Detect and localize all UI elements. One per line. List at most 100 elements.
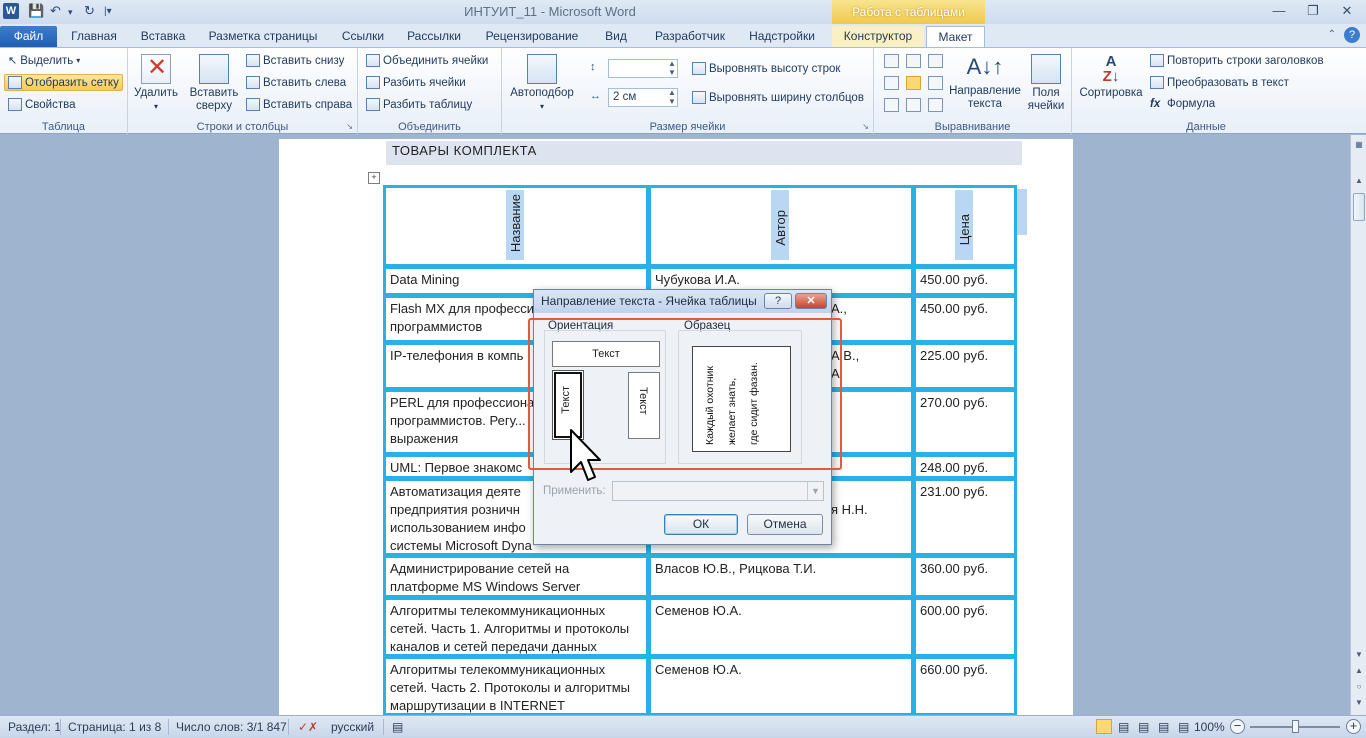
dialog-launcher-icon[interactable]: ↘ — [862, 122, 869, 131]
convert-to-text-button[interactable]: Преобразовать в текст — [1150, 76, 1289, 89]
cell-text: PERL для профессиона — [390, 395, 535, 410]
scroll-up-icon[interactable]: ▲ — [1353, 175, 1365, 187]
next-page-icon[interactable]: ▼ — [1353, 697, 1365, 709]
autofit-icon — [527, 54, 557, 84]
insert-left-button[interactable]: Вставить слева — [246, 76, 346, 89]
view-gridlines-button[interactable]: Отобразить сетку — [4, 74, 123, 91]
row-height-spinner[interactable]: ▲ ▼ — [668, 59, 676, 77]
minimize-icon[interactable]: — — [1266, 2, 1292, 20]
ruler-toggle-icon[interactable]: ▦ — [1353, 139, 1365, 151]
help-icon[interactable]: ? — [1344, 27, 1360, 43]
status-section[interactable]: Раздел: 1 — [8, 720, 61, 734]
header-cell-name[interactable]: Название — [383, 185, 649, 267]
zoom-slider-knob[interactable] — [1292, 720, 1299, 733]
align-top-right-icon[interactable] — [928, 54, 943, 68]
formula-button[interactable]: fx Формула — [1150, 98, 1215, 110]
outline-view-icon[interactable]: ▤ — [1158, 720, 1169, 734]
delete-button[interactable]: ✕ Удалить ▾ — [134, 54, 178, 113]
dialog-launcher-icon[interactable]: ↘ — [346, 122, 353, 131]
scroll-thumb[interactable] — [1353, 193, 1365, 221]
select-button[interactable]: ↖ Выделить ▾ — [8, 54, 80, 68]
browse-object-icon[interactable]: ○ — [1353, 681, 1365, 693]
tab-addins[interactable]: Надстройки — [742, 26, 822, 47]
tab-insert[interactable]: Вставка — [132, 26, 194, 47]
align-bottom-center-icon[interactable] — [906, 98, 921, 112]
table-cell[interactable]: Алгоритмы телекоммуникационных сетей. Час… — [383, 656, 649, 715]
table-cell[interactable]: 360.00 руб. — [913, 555, 1017, 598]
table-cell[interactable]: 450.00 руб. — [913, 266, 1017, 296]
tab-references[interactable]: Ссылки — [332, 26, 394, 47]
apply-to-select[interactable]: ▼ — [612, 481, 824, 501]
status-page[interactable]: Страница: 1 из 8 — [68, 720, 161, 734]
vertical-scrollbar[interactable]: ▦ ▲ ▼ ▲ ○ ▼ — [1350, 135, 1366, 715]
table-cell[interactable]: 450.00 руб. — [913, 295, 1017, 343]
draft-view-icon[interactable]: ▤ — [1178, 720, 1189, 734]
autofit-button[interactable]: Автоподбор ▾ — [508, 54, 576, 113]
split-table-button[interactable]: Разбить таблицу — [366, 98, 472, 111]
table-cell[interactable]: Семенов Ю.А. — [648, 597, 914, 657]
ok-button[interactable]: ОК — [664, 514, 738, 535]
restore-icon[interactable]: ❐ — [1300, 2, 1326, 20]
cell-text: Семенов Ю.А. — [655, 603, 742, 618]
table-cell[interactable]: Семенов Ю.А. — [648, 656, 914, 715]
table-cell[interactable]: 231.00 руб. — [913, 478, 1017, 556]
tab-home[interactable]: Главная — [62, 26, 126, 47]
text-direction-button[interactable]: A↓↑ Направление текста — [948, 52, 1022, 111]
dialog-help-button[interactable]: ? — [764, 293, 792, 309]
status-language[interactable]: русский — [331, 720, 374, 734]
tab-layout[interactable]: Макет — [926, 26, 985, 47]
header-cell-price[interactable]: Цена — [913, 185, 1017, 267]
table-cell[interactable]: Власов Ю.В., Рицкова Т.И. — [648, 555, 914, 598]
insert-below-button[interactable]: Вставить снизу — [246, 54, 344, 67]
table-cell[interactable]: Администрирование сетей на платформе MS W… — [383, 555, 649, 598]
close-window-icon[interactable]: ✕ — [1334, 2, 1360, 20]
proofing-icon[interactable]: ✓✗ — [298, 720, 318, 734]
tab-developer[interactable]: Разработчик — [643, 26, 737, 47]
tab-page-layout[interactable]: Разметка страницы — [200, 26, 326, 47]
distribute-columns-button[interactable]: Выровнять ширину столбцов — [692, 91, 864, 104]
table-cell[interactable]: 248.00 руб. — [913, 454, 1017, 479]
dialog-close-button[interactable]: ✕ — [795, 293, 827, 309]
tab-file[interactable]: Файл — [0, 26, 57, 47]
repeat-header-rows-button[interactable]: Повторить строки заголовков — [1150, 54, 1324, 67]
align-center-right-icon[interactable] — [928, 76, 943, 90]
zoom-out-icon[interactable]: − — [1230, 719, 1245, 734]
insert-right-button[interactable]: Вставить справа — [246, 98, 352, 111]
sort-button[interactable]: A Z↓ Сортировка — [1076, 54, 1146, 100]
full-screen-reading-icon[interactable]: ▤ — [1118, 720, 1129, 734]
tab-review[interactable]: Рецензирование — [476, 26, 588, 47]
tab-view[interactable]: Вид — [596, 26, 636, 47]
split-cells-button[interactable]: Разбить ячейки — [366, 76, 466, 89]
align-center-icon[interactable] — [906, 76, 921, 90]
macro-record-icon[interactable]: ▤ — [392, 720, 403, 734]
table-cell[interactable]: Алгоритмы телекоммуникационных сетей. Час… — [383, 597, 649, 657]
status-word-count[interactable]: Число слов: 3/1 847 — [176, 720, 287, 734]
align-center-left-icon[interactable] — [884, 76, 899, 90]
previous-page-icon[interactable]: ▲ — [1353, 665, 1365, 677]
align-bottom-right-icon[interactable] — [928, 98, 943, 112]
web-layout-icon[interactable]: ▤ — [1138, 720, 1149, 734]
zoom-in-icon[interactable]: + — [1346, 719, 1361, 734]
properties-button[interactable]: Свойства — [8, 98, 76, 111]
zoom-level[interactable]: 100% — [1194, 720, 1225, 734]
table-cell[interactable]: 270.00 руб. — [913, 389, 1017, 455]
cell-margins-button[interactable]: Поля ячейки — [1024, 54, 1068, 113]
cancel-button[interactable]: Отмена — [747, 514, 823, 535]
table-cell[interactable]: 225.00 руб. — [913, 342, 1017, 390]
align-top-left-icon[interactable] — [884, 54, 899, 68]
table-cell[interactable]: 600.00 руб. — [913, 597, 1017, 657]
table-move-handle-icon[interactable]: + — [368, 172, 380, 184]
merge-cells-button[interactable]: Объединить ячейки — [366, 54, 488, 67]
table-cell[interactable]: 660.00 руб. — [913, 656, 1017, 715]
tab-design[interactable]: Конструктор — [832, 26, 924, 47]
collapse-ribbon-icon[interactable]: ⌃ — [1328, 29, 1336, 40]
scroll-down-icon[interactable]: ▼ — [1353, 649, 1365, 661]
tab-mailings[interactable]: Рассылки — [400, 26, 468, 47]
align-top-center-icon[interactable] — [906, 54, 921, 68]
align-bottom-left-icon[interactable] — [884, 98, 899, 112]
print-layout-view-icon[interactable] — [1096, 719, 1112, 734]
header-cell-author[interactable]: Автор — [648, 185, 914, 267]
insert-above-button[interactable]: Вставить сверху — [186, 54, 242, 113]
column-width-spinner[interactable]: ▲ ▼ — [668, 88, 676, 106]
distribute-rows-button[interactable]: Выровнять высоту строк — [692, 62, 840, 75]
